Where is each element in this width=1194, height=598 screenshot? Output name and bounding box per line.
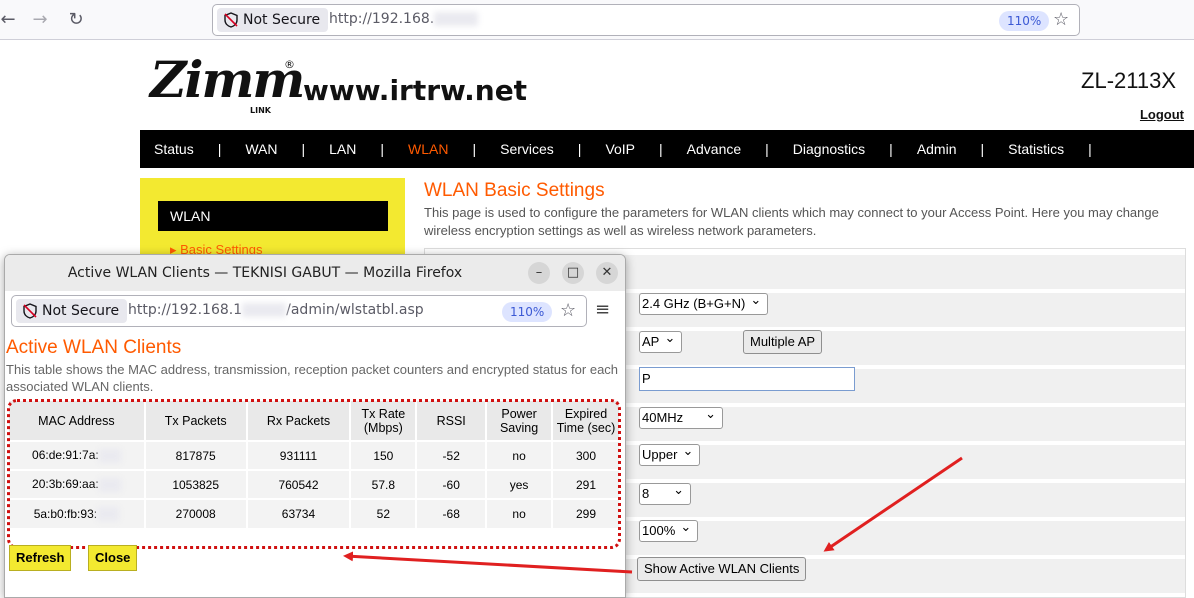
redacted-region: [434, 12, 479, 26]
main-menu: Status | WAN | LAN | WLAN | Services | VoIP | …: [140, 130, 1194, 168]
ssid-input[interactable]: P: [639, 367, 855, 391]
sidebar-heading: WLAN: [158, 201, 388, 231]
menu-diagnostics[interactable]: Diagnostics |: [793, 141, 917, 157]
forward-icon[interactable]: →: [28, 8, 52, 32]
menu-statistics[interactable]: Statistics |: [1008, 141, 1116, 157]
url-text: http://192.168.: [329, 11, 479, 27]
zoom-indicator[interactable]: 110%: [999, 11, 1050, 31]
not-secure-shield-icon: [23, 303, 37, 319]
menu-admin[interactable]: Admin |: [917, 141, 1008, 157]
security-label: Not Secure: [243, 12, 321, 28]
popup-security-indicator[interactable]: Not Secure: [16, 299, 128, 323]
address-bar[interactable]: Not Secure http://192.168. 110% ☆: [212, 4, 1080, 36]
site-watermark: www.irtrw.net: [303, 74, 528, 107]
active-clients-popup-window: Active WLAN Clients — TEKNISI GABUT — Mo…: [4, 254, 626, 598]
close-button[interactable]: Close: [88, 545, 138, 571]
menu-wan[interactable]: WAN |: [245, 141, 329, 157]
popup-heading: Active WLAN Clients: [6, 337, 182, 358]
popup-address-bar[interactable]: Not Secure http://192.168.1/admin/wlstat…: [11, 295, 587, 327]
logout-link[interactable]: Logout: [1140, 107, 1184, 122]
popup-description: This table shows the MAC address, transm…: [6, 362, 619, 394]
menu-services[interactable]: Services |: [500, 141, 605, 157]
page-description: This page is used to configure the param…: [424, 205, 1159, 238]
not-secure-shield-icon: [224, 12, 238, 28]
close-window-icon[interactable]: ✕: [596, 262, 618, 284]
menu-lan[interactable]: LAN |: [329, 141, 408, 157]
channel-select[interactable]: 8: [639, 480, 691, 505]
security-indicator[interactable]: Not Secure: [217, 8, 329, 32]
tx-power-select[interactable]: 100%: [639, 517, 699, 542]
minimize-icon[interactable]: –: [528, 262, 550, 284]
show-active-clients-button[interactable]: Show Active WLAN Clients: [637, 557, 807, 581]
browser-toolbar: ← → ↻ Not Secure http://192.168. 110% ☆: [0, 0, 1194, 40]
highlight-annotation: [7, 399, 621, 549]
bookmark-star-icon[interactable]: ☆: [1053, 9, 1069, 30]
popup-zoom-indicator[interactable]: 110%: [502, 302, 553, 322]
redacted-region: [242, 303, 287, 317]
popup-url-text: http://192.168.1/admin/wlstatbl.asp: [128, 302, 424, 318]
menu-status[interactable]: Status |: [154, 141, 245, 157]
popup-titlebar[interactable]: Active WLAN Clients — TEKNISI GABUT — Mo…: [5, 255, 625, 291]
mode-select[interactable]: AP: [639, 328, 683, 353]
model-name: ZL-2113X: [1081, 68, 1176, 93]
zimm-logo: Zimm ® LINK: [150, 50, 305, 115]
reload-icon[interactable]: ↻: [64, 8, 88, 32]
maximize-icon[interactable]: □: [562, 262, 584, 284]
band-select[interactable]: 2.4 GHz (B+G+N): [639, 290, 769, 315]
menu-wlan[interactable]: WLAN |: [408, 141, 500, 157]
control-sideband-select[interactable]: Upper: [639, 441, 701, 466]
multiple-ap-button[interactable]: Multiple AP: [743, 330, 823, 354]
channel-width-select[interactable]: 40MHz: [639, 404, 723, 429]
back-icon[interactable]: ←: [0, 8, 20, 32]
hamburger-menu-icon[interactable]: ≡: [595, 299, 610, 320]
page-title: WLAN Basic Settings: [424, 180, 605, 201]
menu-voip[interactable]: VoIP |: [605, 141, 686, 157]
bookmark-star-icon[interactable]: ☆: [560, 300, 576, 321]
refresh-button[interactable]: Refresh: [9, 545, 72, 571]
menu-advance[interactable]: Advance |: [687, 141, 793, 157]
